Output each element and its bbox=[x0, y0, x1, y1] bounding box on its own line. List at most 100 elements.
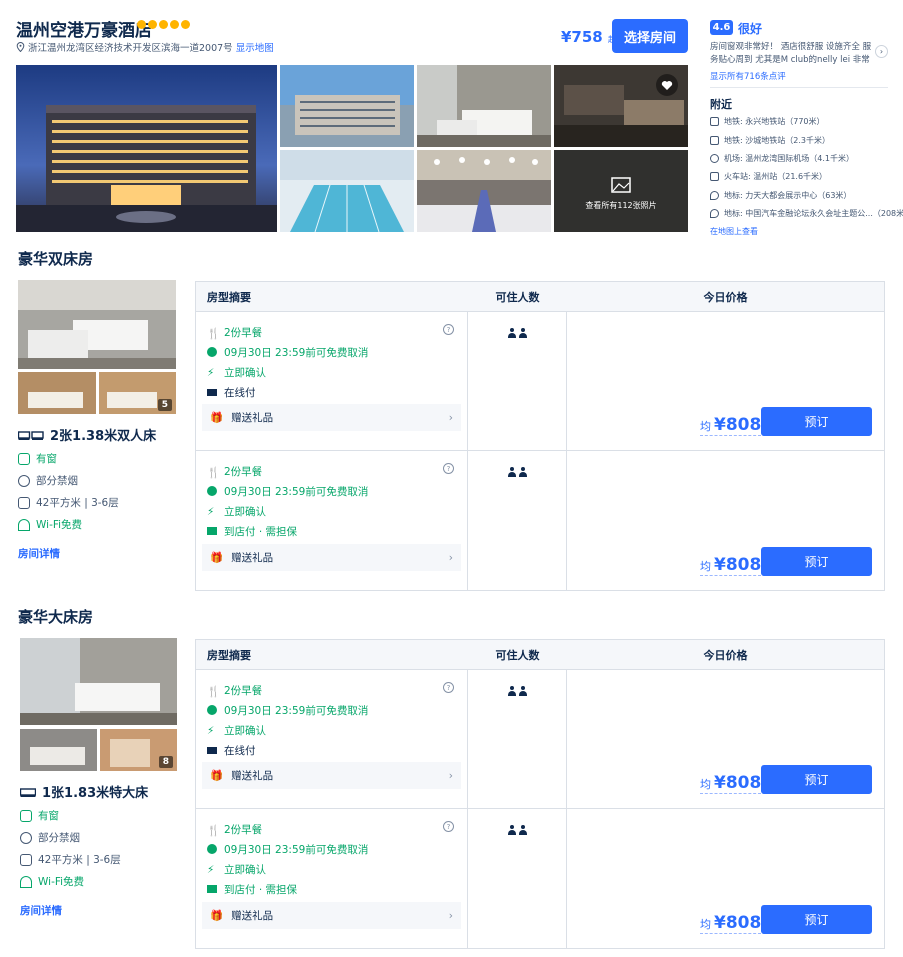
choose-room-button[interactable]: 选择房间 bbox=[612, 19, 688, 53]
room-info: 2张1.38米双人床 有窗 部分禁烟 42平方米 | 3-6层 Wi-Fi免费 … bbox=[18, 425, 178, 561]
bed-info: 2张1.38米双人床 bbox=[18, 425, 178, 444]
bed-info: 1张1.83米特大床 bbox=[20, 782, 180, 801]
lightning-icon: ⚡ bbox=[207, 506, 215, 518]
book-button[interactable]: 预订 bbox=[761, 905, 872, 934]
nearby-item-text: 地标: 力天大都会展示中心（63米） bbox=[724, 191, 852, 200]
avg-label: 均 bbox=[700, 778, 711, 791]
payment-text: 到店付 · 需担保 bbox=[224, 883, 298, 896]
room-price: 均 ¥808 bbox=[700, 415, 762, 436]
gift-row[interactable]: 🎁 赠送礼品 › bbox=[202, 762, 461, 789]
book-button[interactable]: 预订 bbox=[761, 547, 872, 576]
hotel-name: 温州空港万豪酒店 bbox=[16, 21, 152, 41]
gift-icon: 🎁 bbox=[210, 770, 224, 782]
room-main-photo[interactable] bbox=[18, 280, 176, 369]
person-icon bbox=[519, 467, 527, 477]
price-cell: 均 ¥808 预订 bbox=[567, 670, 884, 808]
rate-row: 🍴 2份早餐 09月30日 23:59前可免费取消 ⚡ 立即确认 在线付 ? 🎁 赠送… bbox=[196, 312, 884, 451]
twin-bed-icon bbox=[18, 430, 44, 440]
table-header: 房型摘要 可住人数 今日价格 bbox=[196, 282, 884, 312]
gift-icon: 🎁 bbox=[210, 552, 224, 564]
star-icon bbox=[159, 20, 168, 29]
nearby-item-text: 地铁: 永兴地铁站（770米） bbox=[724, 117, 825, 126]
breakfast-text: 2份早餐 bbox=[224, 326, 263, 339]
payment-type: 在线付 bbox=[207, 382, 461, 402]
table-header: 房型摘要 可住人数 今日价格 bbox=[196, 640, 884, 670]
header-occupancy: 可住人数 bbox=[495, 648, 540, 662]
room-thumb-photo[interactable] bbox=[18, 372, 96, 414]
chevron-right-icon: › bbox=[879, 47, 884, 56]
header-price: 今日价格 bbox=[703, 290, 748, 304]
feature-text: 部分禁烟 bbox=[38, 832, 80, 844]
breakfast-text: 2份早餐 bbox=[224, 684, 263, 697]
book-button[interactable]: 预订 bbox=[761, 765, 872, 794]
room-thumb-photo[interactable]: 5 bbox=[99, 372, 176, 414]
breakfast-text: 2份早餐 bbox=[224, 465, 263, 478]
gift-row[interactable]: 🎁 赠送礼品 › bbox=[202, 404, 461, 431]
feature-text: Wi-Fi免费 bbox=[38, 876, 85, 888]
room-price: 均 ¥808 bbox=[700, 773, 762, 794]
room-details-link[interactable]: 房间详情 bbox=[18, 546, 178, 561]
help-icon[interactable]: ? bbox=[443, 682, 454, 693]
rate-row: 🍴 2份早餐 09月30日 23:59前可免费取消 ⚡ 立即确认 到店付 · 需担保… bbox=[196, 809, 884, 948]
two-guests-icon bbox=[508, 825, 527, 835]
gift-row[interactable]: 🎁 赠送礼品 › bbox=[202, 902, 461, 929]
feature-text: 有窗 bbox=[36, 453, 57, 465]
check-circle-icon bbox=[207, 347, 217, 357]
address-text: 浙江温州龙湾区经济技术开发区滨海一道2007号 bbox=[28, 43, 233, 54]
gift-row[interactable]: 🎁 赠送礼品 › bbox=[202, 544, 461, 571]
room-details-link[interactable]: 房间详情 bbox=[20, 903, 180, 918]
gift-text: 赠送礼品 bbox=[231, 552, 274, 564]
cancel-text: 09月30日 23:59前可免费取消 bbox=[224, 843, 369, 856]
review-word: 很好 bbox=[738, 22, 763, 36]
payment-type: 在线付 bbox=[207, 740, 461, 760]
payment-text: 在线付 bbox=[224, 744, 256, 757]
cancel-policy: 09月30日 23:59前可免费取消 bbox=[207, 700, 461, 720]
chevron-right-icon: › bbox=[448, 769, 453, 782]
help-icon[interactable]: ? bbox=[443, 324, 454, 335]
help-icon[interactable]: ? bbox=[443, 821, 454, 832]
landmark-pin-icon bbox=[710, 191, 719, 200]
room-photo[interactable] bbox=[417, 65, 551, 147]
view-all-photos-tile[interactable]: 查看所有112张照片 bbox=[554, 150, 688, 232]
occupancy-cell bbox=[468, 809, 567, 948]
lightning-icon: ⚡ bbox=[207, 725, 215, 737]
feature-text: 42平方米 | 3-6层 bbox=[38, 854, 121, 866]
room-type-title: 豪华大床房 bbox=[18, 608, 94, 626]
rate-table: 房型摘要 可住人数 今日价格 🍴 2份早餐 09月30日 23:59前可免费取消 … bbox=[195, 281, 885, 591]
show-map-link[interactable]: 显示地图 bbox=[236, 40, 274, 54]
help-icon[interactable]: ? bbox=[443, 463, 454, 474]
payment-type: 到店付 · 需担保 bbox=[207, 879, 461, 899]
avg-label: 均 bbox=[700, 560, 711, 573]
window-icon bbox=[20, 809, 32, 822]
pool-photo[interactable] bbox=[280, 150, 414, 232]
rate-row: 🍴 2份早餐 09月30日 23:59前可免费取消 ⚡ 立即确认 到店付 · 需担保… bbox=[196, 451, 884, 590]
feature-text: 部分禁烟 bbox=[36, 475, 78, 487]
book-button[interactable]: 预订 bbox=[761, 407, 872, 436]
rate-summary: 🍴 2份早餐 09月30日 23:59前可免费取消 ⚡ 立即确认 在线付 ? 🎁 赠送… bbox=[196, 670, 468, 808]
hotel-exterior-photo[interactable] bbox=[280, 65, 414, 147]
ballroom-photo[interactable] bbox=[417, 150, 551, 232]
view-all-photos-label: 查看所有112张照片 bbox=[585, 201, 657, 210]
price-amount: ¥808 bbox=[714, 415, 762, 435]
all-reviews-link[interactable]: 显示所有716条点评 bbox=[710, 70, 786, 82]
feature-text: Wi-Fi免费 bbox=[36, 519, 83, 531]
header-summary: 房型摘要 bbox=[207, 648, 251, 662]
rate-summary: 🍴 2份早餐 09月30日 23:59前可免费取消 ⚡ 立即确认 到店付 · 需担保… bbox=[196, 451, 468, 590]
nearby-item: 地标: 力天大都会展示中心（63米） bbox=[710, 190, 851, 201]
nearby-item-text: 火车站: 温州站（21.6千米） bbox=[724, 172, 828, 181]
instant-confirm: ⚡ 立即确认 bbox=[207, 362, 461, 382]
room-main-photo[interactable] bbox=[20, 638, 177, 725]
confirm-text: 立即确认 bbox=[224, 505, 266, 518]
room-thumb-photo[interactable]: 8 bbox=[100, 729, 177, 771]
payment-text: 在线付 bbox=[224, 386, 256, 399]
next-review-button[interactable]: › bbox=[875, 45, 888, 58]
view-on-map-link[interactable]: 在地图上查看 bbox=[710, 226, 758, 237]
breakfast-info: 🍴 2份早餐 bbox=[207, 819, 461, 839]
feature-size: 42平方米 | 3-6层 bbox=[18, 495, 178, 510]
nearby-item-text: 地铁: 沙城地铁站（2.3千米） bbox=[724, 136, 830, 145]
nearby-title: 附近 bbox=[710, 98, 732, 111]
star-icon bbox=[137, 20, 146, 29]
restaurant-photo[interactable] bbox=[554, 65, 688, 147]
main-hotel-photo[interactable] bbox=[16, 65, 277, 232]
room-thumb-photo[interactable] bbox=[20, 729, 97, 771]
